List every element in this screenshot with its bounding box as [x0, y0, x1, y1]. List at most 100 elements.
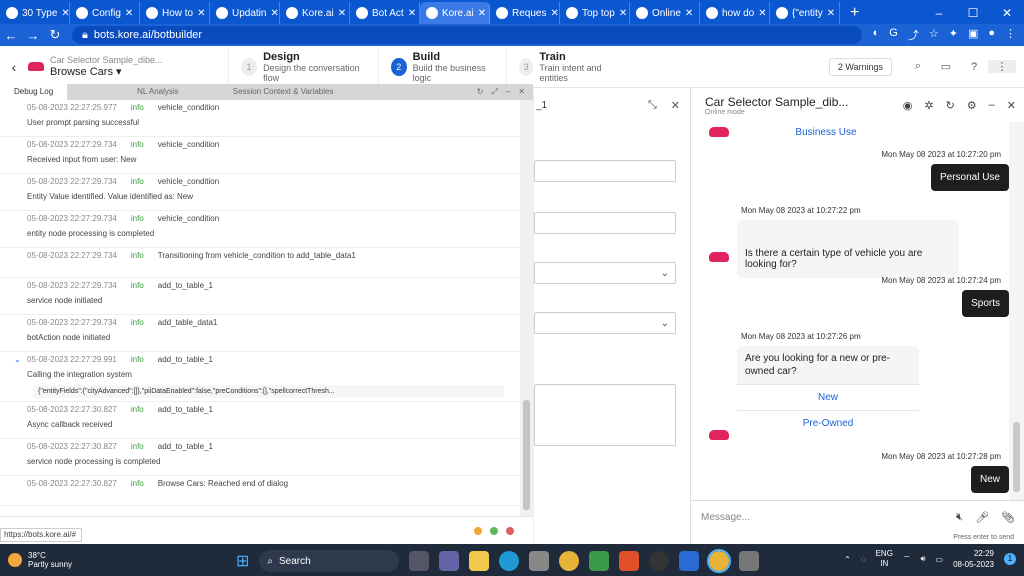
log-entry[interactable]: 05-08-2023 22:27:30.827 info add_to_table_…	[0, 402, 520, 439]
tab-debug-log[interactable]: Debug Log	[0, 84, 68, 100]
refresh-icon[interactable]: ↻	[477, 87, 484, 97]
log-entry[interactable]: 05-08-2023 22:27:29.734 info add_table_dat…	[0, 315, 520, 352]
back-chevron-icon[interactable]: ‹	[0, 59, 28, 75]
comment-icon[interactable]: ▭	[932, 60, 960, 73]
chevron-up-icon[interactable]: ⌃	[844, 555, 851, 564]
settings-icon[interactable]: ⚙	[967, 99, 977, 112]
bot-title[interactable]: Car Selector Sample_dibe... Browse Cars …	[50, 55, 228, 78]
extension-icon[interactable]: ◐	[873, 27, 880, 43]
browser-tab[interactable]: Kore.ai ✕	[280, 2, 350, 24]
step-design[interactable]: 1 Design Design the conversation flow	[228, 45, 378, 88]
tab-session-context[interactable]: Session Context & Variables	[193, 84, 348, 100]
quick-reply-option[interactable]: New	[737, 384, 919, 410]
browser-tab[interactable]: Config ✕	[70, 2, 140, 24]
mute-icon[interactable]: 🔇︎	[956, 511, 963, 524]
chat-scrollbar[interactable]	[1009, 122, 1024, 500]
task-view-icon[interactable]	[409, 551, 430, 571]
wifi-icon[interactable]: ⌔	[903, 554, 911, 564]
property-select-1[interactable]: ⌄	[534, 262, 676, 284]
log-json[interactable]: {"entityFields":{"cityAdvanced":[]},"pii…	[33, 385, 504, 398]
taskbar-search[interactable]: ⌕ Search	[259, 550, 400, 572]
red-dot-icon[interactable]	[506, 527, 514, 535]
property-field-2[interactable]	[534, 212, 676, 234]
close-window-icon[interactable]: ✕	[990, 2, 1024, 24]
browser-tab[interactable]: Reques ✕	[490, 2, 560, 24]
close-tab-icon[interactable]: ✕	[758, 8, 766, 19]
dialog-name[interactable]: Browse Cars ▾	[50, 65, 228, 78]
file-explorer-icon[interactable]	[469, 551, 490, 571]
weather-widget[interactable]: 38°C Partly sunny	[0, 551, 72, 569]
media-player-icon[interactable]	[649, 551, 670, 571]
expand-icon[interactable]: ⤢	[491, 87, 497, 97]
chat-messages[interactable]: Business Use Mon May 08 2023 at 10:27:20 …	[691, 122, 1009, 500]
close-tab-icon[interactable]: ✕	[338, 8, 346, 19]
minimize-icon[interactable]: –	[989, 99, 995, 112]
message-input[interactable]: Message...	[701, 512, 750, 523]
browser-tab[interactable]: how do ✕	[700, 2, 770, 24]
collapse-icon[interactable]: ⤡	[648, 99, 657, 112]
orange-dot-icon[interactable]	[474, 527, 482, 535]
profile-icon[interactable]: ●	[988, 27, 995, 43]
browser-tab[interactable]: Bot Act ✕	[350, 2, 420, 24]
close-tab-icon[interactable]: ✕	[197, 8, 205, 19]
browser-tab[interactable]: Updatin ✕	[210, 2, 280, 24]
new-tab-button[interactable]: +	[840, 2, 869, 24]
chat-input[interactable]: Message... 🔇︎ 🎤︎ 📎︎	[691, 500, 1024, 534]
url-input[interactable]: 🔒︎ bots.kore.ai/botbuilder	[72, 26, 862, 44]
brave-icon[interactable]	[619, 551, 640, 571]
quick-reply-option[interactable]: Pre-Owned	[737, 410, 919, 436]
log-entry[interactable]: 05-08-2023 22:27:30.827 info add_to_table_…	[0, 439, 520, 476]
log-scroll-thumb[interactable]	[523, 400, 530, 510]
close-tab-icon[interactable]: ✕	[827, 8, 835, 19]
close-tab-icon[interactable]: ✕	[125, 8, 133, 19]
browser-tab[interactable]: How to ✕	[140, 2, 210, 24]
share-icon[interactable]: ⤴	[908, 27, 919, 43]
puzzle-icon[interactable]: ✦	[949, 27, 958, 43]
more-icon[interactable]: ⋮	[988, 60, 1016, 73]
language[interactable]: ENG IN	[876, 549, 893, 569]
browser-tab[interactable]: Kore.ai ✕	[420, 2, 490, 24]
menu-icon[interactable]: ⋮	[1005, 27, 1016, 43]
maximize-icon[interactable]: ☐	[956, 2, 990, 24]
windows-start-icon[interactable]: ⊞	[236, 551, 249, 571]
edge-icon[interactable]	[499, 551, 520, 571]
notification-badge[interactable]: 1	[1004, 553, 1016, 565]
bug-icon[interactable]: ✲	[924, 99, 933, 112]
close-tab-icon[interactable]: ✕	[270, 8, 278, 19]
log-scrollbar[interactable]	[520, 100, 533, 516]
star-icon[interactable]: ☆	[929, 27, 939, 43]
browser-tab[interactable]: {"entity ✕	[770, 2, 840, 24]
refresh-icon[interactable]: ↻	[946, 99, 955, 112]
close-tab-icon[interactable]: ✕	[619, 8, 627, 19]
close-tab-icon[interactable]: ✕	[550, 8, 558, 19]
chat-scroll-thumb[interactable]	[1013, 422, 1020, 492]
browser-tab[interactable]: 30 Type ✕	[0, 2, 70, 24]
settings-app-icon[interactable]	[739, 551, 760, 571]
reload-icon[interactable]: ↻	[44, 27, 66, 43]
log-entry[interactable]: 05-08-2023 22:27:29.734 info vehicle_condi…	[0, 137, 520, 174]
chevron-down-icon[interactable]: ⌄	[14, 355, 21, 364]
back-arrow-icon[interactable]: ←	[0, 28, 22, 43]
battery-icon[interactable]: ▭	[936, 555, 944, 564]
google-icon[interactable]: G	[889, 27, 898, 43]
log-entry[interactable]: ⌄ 05-08-2023 22:27:29.991 info add_to_table…	[0, 352, 520, 402]
log-entry[interactable]: 05-08-2023 22:27:29.734 info Transitioning…	[0, 248, 520, 278]
green-dot-icon[interactable]	[490, 527, 498, 535]
warnings-button[interactable]: 2 Warnings	[828, 57, 892, 76]
location-icon[interactable]: ◌	[861, 555, 866, 564]
help-icon[interactable]: ?	[960, 61, 988, 73]
log-entry[interactable]: 05-08-2023 22:27:29.734 info vehicle_condi…	[0, 174, 520, 211]
log-entry[interactable]: 05-08-2023 22:27:29.734 info vehicle_condi…	[0, 211, 520, 248]
log-entry[interactable]: 05-08-2023 22:27:30.827 info Browse Cars: …	[0, 476, 520, 506]
minimize-icon[interactable]: –	[922, 2, 956, 24]
close-tab-icon[interactable]: ✕	[478, 8, 486, 19]
close-tab-icon[interactable]: ✕	[408, 8, 416, 19]
property-select-2[interactable]: ⌄	[534, 312, 676, 334]
step-build[interactable]: 2 Build Build the business logic	[378, 45, 506, 88]
search-icon[interactable]: ⌕	[904, 60, 932, 73]
debug-log[interactable]: 05-08-2023 22:27:25.977 info vehicle_condi…	[0, 100, 520, 516]
store-icon[interactable]	[529, 551, 550, 571]
shield-app-icon[interactable]	[589, 551, 610, 571]
tab-nl-analysis[interactable]: NL Analysis	[67, 84, 193, 100]
minimize-panel-icon[interactable]: –	[506, 87, 510, 97]
